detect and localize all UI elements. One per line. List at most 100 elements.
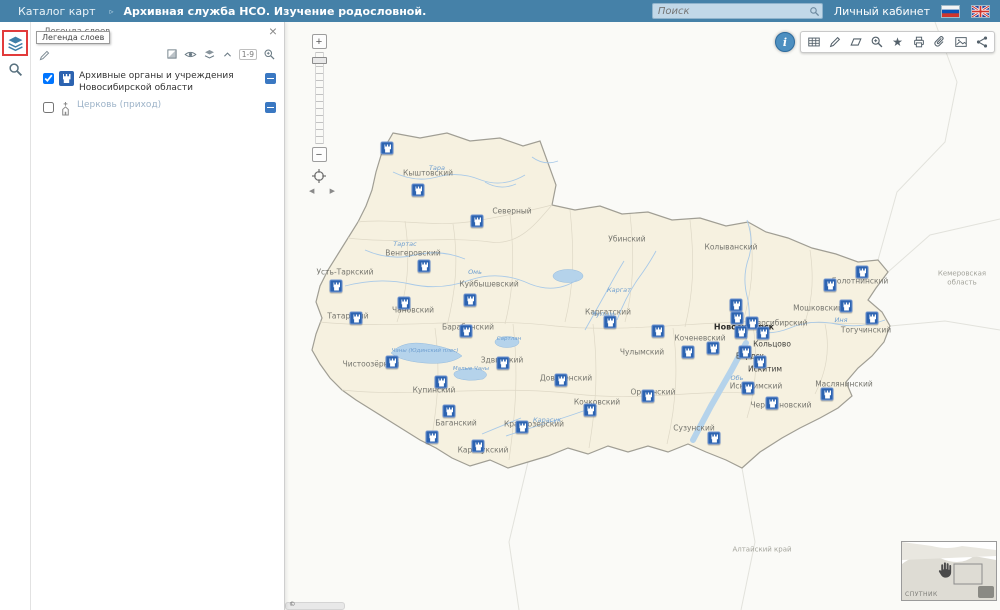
archive-marker[interactable] (555, 374, 568, 387)
archive-marker[interactable] (497, 357, 510, 370)
archive-emblem-icon (401, 300, 408, 308)
export-image-button[interactable] (950, 33, 971, 51)
layers-panel-button[interactable] (7, 35, 24, 52)
breadcrumb-arrow-icon: ▹ (110, 7, 114, 16)
search-box (652, 3, 823, 19)
archive-marker[interactable] (472, 440, 485, 453)
zoom-slider-handle[interactable] (312, 57, 327, 64)
archive-emblem-icon (500, 360, 507, 368)
archive-emblem-icon (438, 379, 445, 387)
account-link[interactable]: Личный кабинет (834, 5, 930, 18)
archive-marker[interactable] (642, 390, 655, 403)
archive-marker[interactable] (821, 388, 834, 401)
bookmarks-button[interactable]: ★ (887, 33, 908, 51)
pan-right-icon[interactable]: ▶ (330, 187, 335, 195)
identify-info-button[interactable]: i (775, 32, 795, 52)
layer-menu-icon[interactable] (265, 73, 276, 84)
archive-marker[interactable] (731, 312, 744, 325)
archive-marker[interactable] (866, 312, 879, 325)
catalog-maps-link[interactable]: Каталог карт (18, 5, 96, 18)
archive-marker[interactable] (824, 279, 837, 292)
archive-marker[interactable] (435, 376, 448, 389)
panel-toolbar: 1-9 (30, 46, 276, 62)
share-button[interactable] (971, 33, 992, 51)
zoom-to-layer-icon[interactable] (263, 47, 276, 61)
archive-emblem-icon (655, 328, 662, 336)
archive-marker[interactable] (739, 346, 752, 359)
print-button[interactable] (908, 33, 929, 51)
map-search-button[interactable] (7, 62, 24, 79)
archive-marker[interactable] (350, 312, 363, 325)
archive-marker[interactable] (386, 356, 399, 369)
collapse-icon[interactable] (222, 47, 233, 61)
archive-marker[interactable] (330, 280, 343, 293)
layer-menu-icon[interactable] (265, 102, 276, 113)
archive-emblem-icon (827, 282, 834, 290)
archive-marker[interactable] (766, 397, 779, 410)
archive-marker[interactable] (471, 215, 484, 228)
close-icon[interactable]: × (269, 24, 277, 38)
archive-marker[interactable] (412, 184, 425, 197)
archive-marker[interactable] (652, 325, 665, 338)
archive-marker[interactable] (516, 421, 529, 434)
archive-marker[interactable] (381, 142, 394, 155)
zoom-in-box-button[interactable] (866, 33, 887, 51)
polygon-icon (849, 35, 863, 49)
area-measure-button[interactable] (845, 33, 866, 51)
archive-marker[interactable] (735, 326, 748, 339)
archive-marker[interactable] (398, 297, 411, 310)
archive-marker[interactable] (604, 316, 617, 329)
locate-target-icon[interactable] (311, 168, 327, 184)
layer-checkbox[interactable] (43, 73, 54, 84)
legend-panel: Легенда слоев × Легенда слоев 1-9 Архивн… (30, 22, 285, 610)
layer-checkbox[interactable] (43, 102, 54, 113)
overview-toggle-button[interactable] (978, 586, 994, 598)
topbar-right: Личный кабинет (652, 0, 990, 22)
russian-flag-icon[interactable] (941, 5, 960, 18)
paperclip-icon (933, 35, 947, 49)
archive-marker[interactable] (682, 346, 695, 359)
archive-marker[interactable] (840, 300, 853, 313)
archive-marker[interactable] (584, 404, 597, 417)
attribute-table-button[interactable] (803, 33, 824, 51)
draw-measure-button[interactable] (824, 33, 845, 51)
archive-marker[interactable] (708, 432, 721, 445)
archive-emblem-icon (645, 393, 652, 401)
archive-emblem-icon (742, 349, 749, 357)
archive-marker[interactable] (730, 299, 743, 312)
layers-visibility-icon[interactable] (203, 47, 216, 61)
archive-marker[interactable] (426, 431, 439, 444)
archive-layer-icon (59, 71, 74, 86)
archive-marker[interactable] (757, 327, 770, 340)
archive-marker[interactable] (742, 382, 755, 395)
layer-label[interactable]: Архивные органы и учреждения Новосибирск… (79, 71, 260, 94)
zoom-in-button[interactable]: + (312, 34, 327, 49)
zoom-slider[interactable] (315, 52, 324, 144)
british-flag-icon[interactable] (971, 5, 990, 18)
archive-emblem-icon (519, 424, 526, 432)
archive-marker[interactable] (856, 266, 869, 279)
search-icon[interactable] (809, 6, 820, 17)
search-icon (8, 62, 23, 77)
visibility-eye-icon[interactable] (184, 47, 197, 61)
archive-marker[interactable] (443, 405, 456, 418)
archive-marker[interactable] (460, 325, 473, 338)
archive-marker[interactable] (418, 260, 431, 273)
layer-list: Архивные органы и учреждения Новосибирск… (30, 68, 284, 122)
search-input[interactable] (655, 6, 809, 17)
archive-emblem-icon (745, 385, 752, 393)
layer-label[interactable]: Церковь (приход) (77, 100, 260, 112)
transparency-icon[interactable] (166, 47, 178, 61)
archive-marker[interactable] (464, 294, 477, 307)
pan-left-icon[interactable]: ◀ (309, 187, 314, 195)
archive-emblem-icon (467, 297, 474, 305)
map-canvas[interactable]: КыштовскийСеверныйУсть-ТаркскийВенгеровс… (285, 22, 1000, 610)
archive-marker[interactable] (707, 342, 720, 355)
archive-emblem-icon (421, 263, 428, 271)
star-icon: ★ (892, 36, 903, 48)
archive-emblem-icon (710, 345, 717, 353)
zoom-out-button[interactable]: − (312, 147, 327, 162)
archive-marker[interactable] (754, 356, 767, 369)
printer-icon (912, 35, 926, 49)
attachments-button[interactable] (929, 33, 950, 51)
